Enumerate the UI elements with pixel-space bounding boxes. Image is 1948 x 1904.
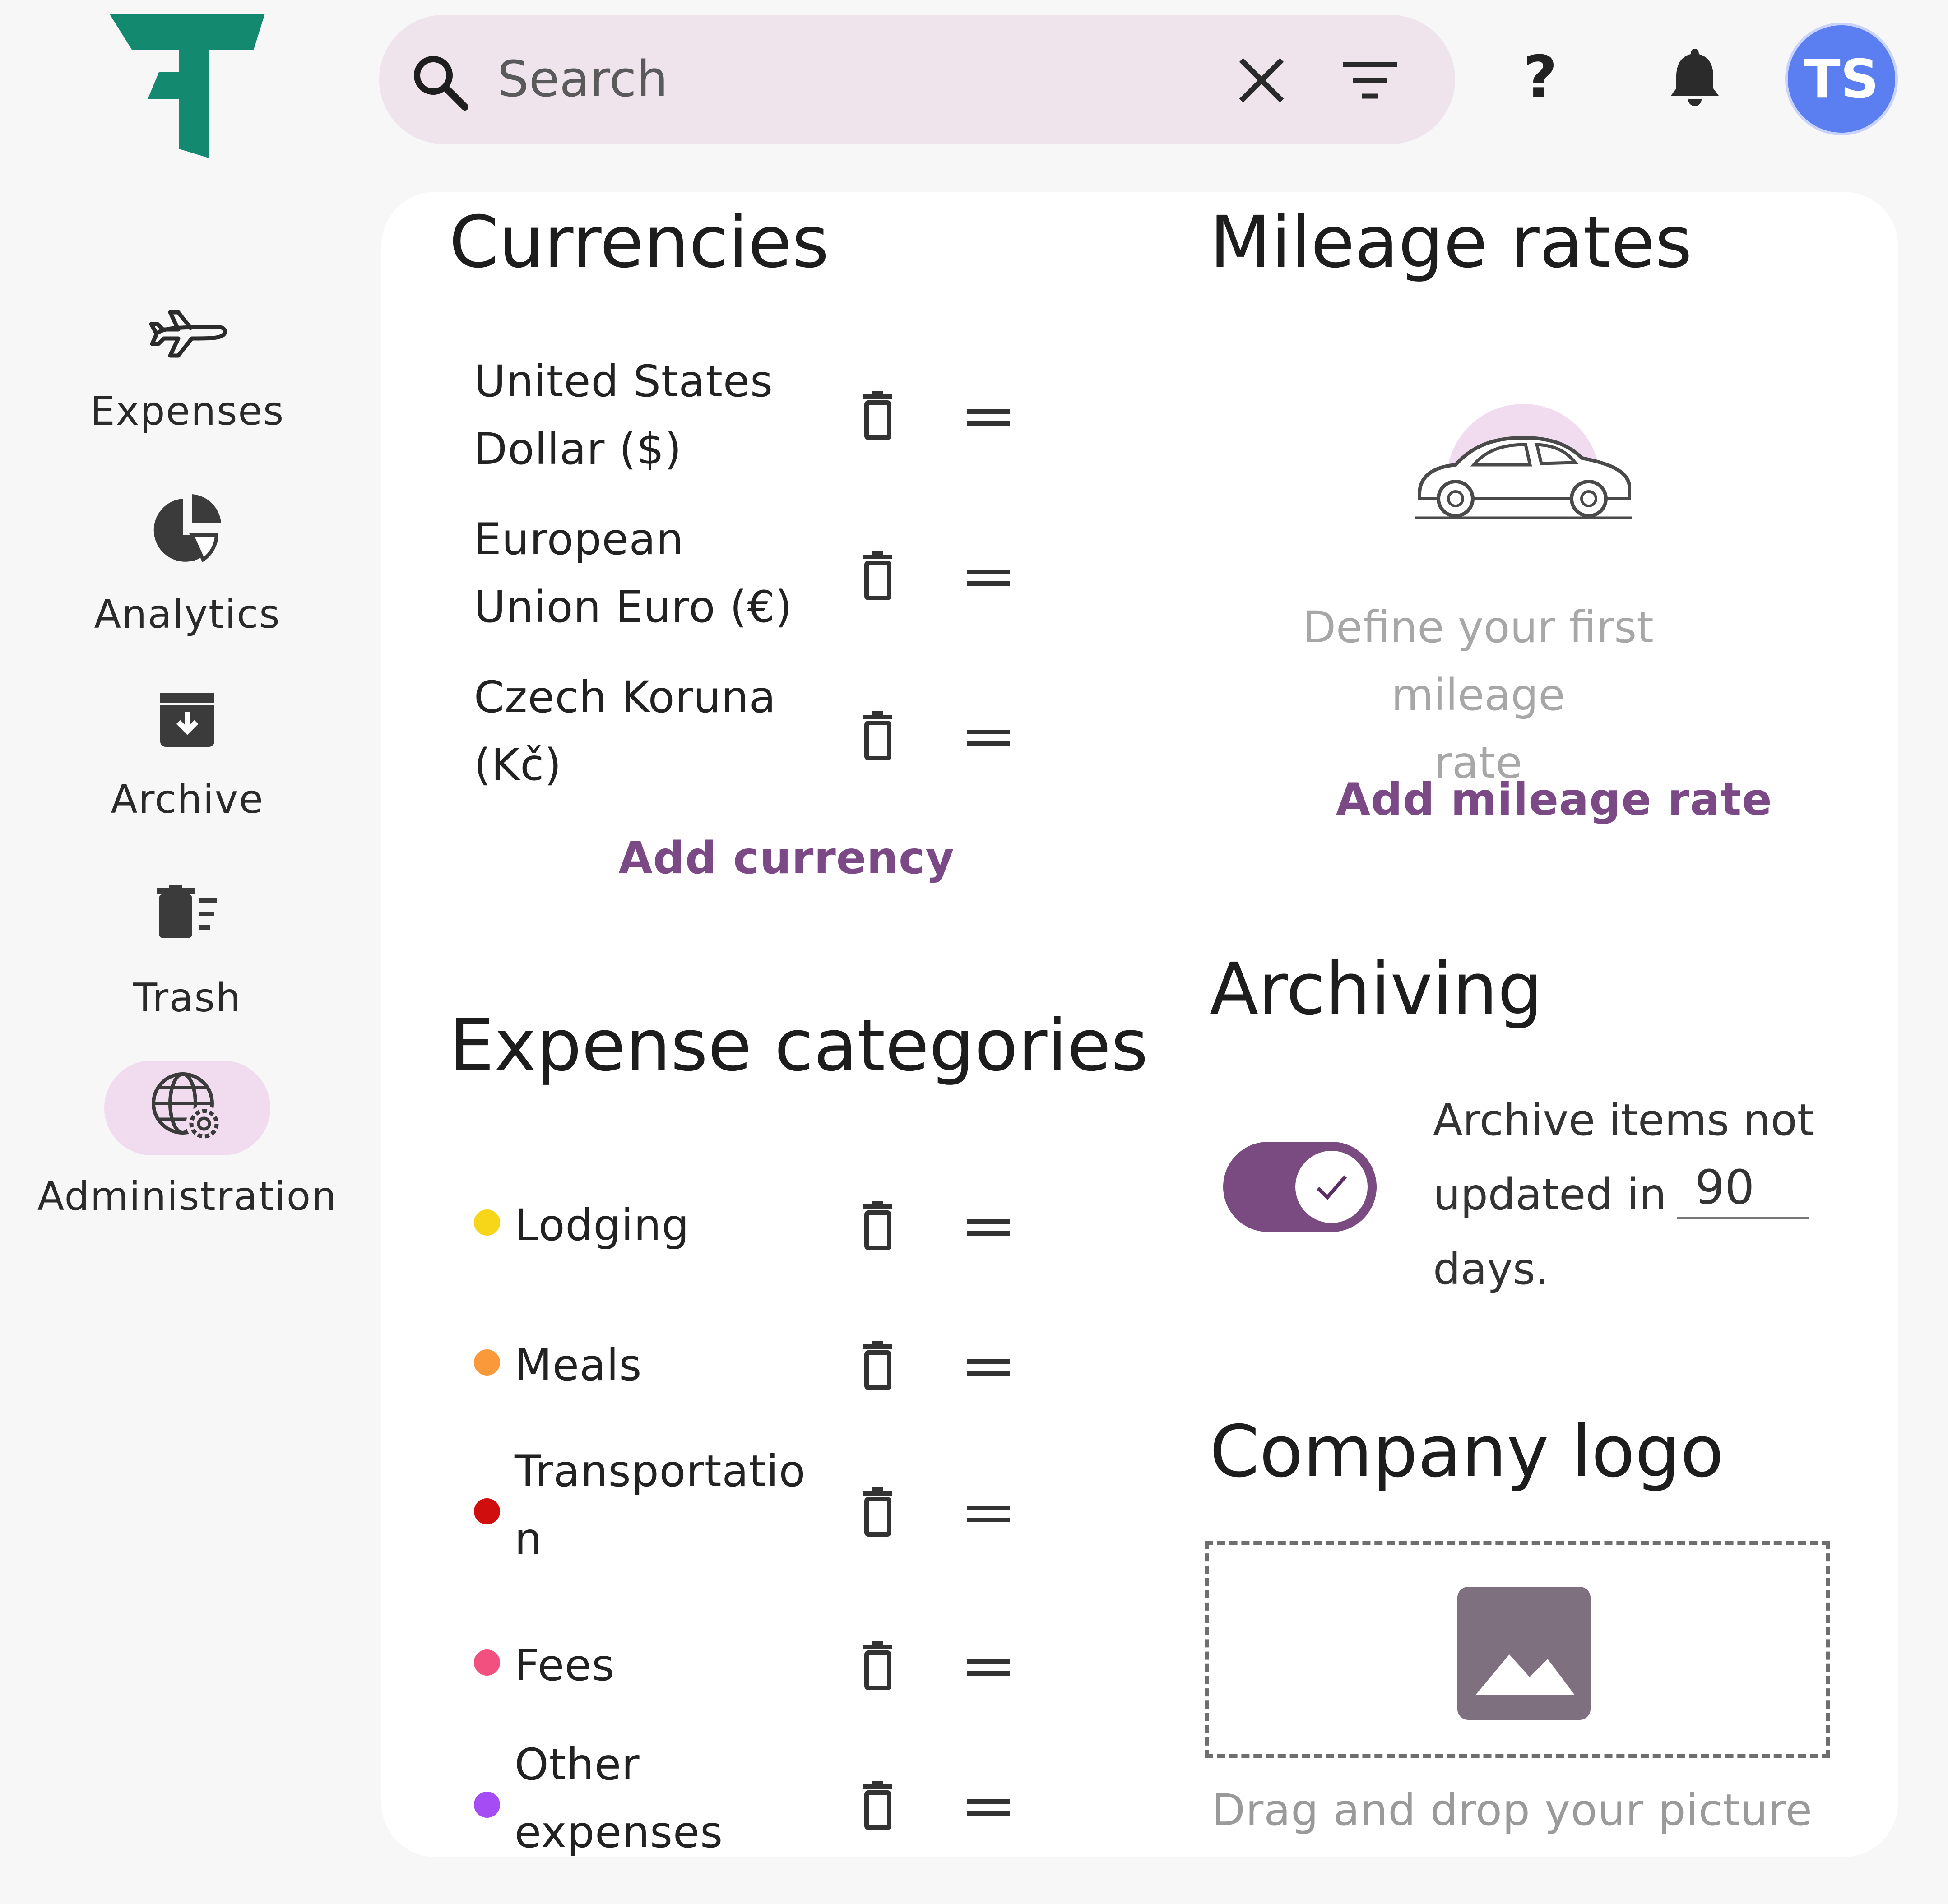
app-root: Expenses Analytics Archive Trash Adminis…	[0, 0, 1948, 1904]
category-name: Fees	[515, 1640, 615, 1691]
archive-days-input[interactable]	[1677, 1158, 1809, 1219]
brand-logo-icon[interactable]	[105, 14, 267, 158]
close-icon[interactable]	[1228, 46, 1295, 114]
airplane-icon	[149, 310, 227, 358]
drag-handle-icon[interactable]	[964, 404, 1018, 431]
pie-chart-icon	[153, 494, 221, 563]
delete-icon[interactable]	[851, 548, 905, 602]
category-name: Transportatio n	[515, 1446, 806, 1564]
category-color-dot	[474, 1209, 500, 1236]
sidebar-item-label: Archive	[111, 776, 264, 822]
currency-name: United States Dollar ($)	[474, 356, 774, 474]
search-icon	[414, 56, 468, 111]
category-color-dot	[474, 1349, 500, 1376]
help-button[interactable]: ?	[1523, 43, 1557, 111]
add-mileage-rate-button[interactable]: Add mileage rate	[1336, 774, 1772, 825]
filter-icon[interactable]	[1336, 46, 1404, 114]
category-name: Meals	[515, 1340, 642, 1390]
category-row: Transportatio n	[381, 1437, 1058, 1582]
sidebar-item-archive[interactable]: Archive	[0, 690, 375, 822]
mileage-empty-text: Define your first mileage rate	[1303, 602, 1654, 788]
delete-icon[interactable]	[851, 709, 905, 763]
archiving-title: Archiving	[1210, 948, 1543, 1031]
drag-handle-icon[interactable]	[964, 1501, 1018, 1528]
sidebar-item-administration[interactable]: Administration	[0, 1061, 375, 1219]
company-logo-title: Company logo	[1210, 1410, 1724, 1493]
category-color-dot	[474, 1498, 500, 1524]
car-icon	[1415, 404, 1632, 519]
toggle-knob	[1295, 1151, 1368, 1223]
category-row: Other expenses	[381, 1731, 1058, 1857]
delete-icon[interactable]	[851, 1778, 905, 1832]
sidebar-item-label: Expenses	[90, 388, 285, 434]
currency-name: European Union Euro (€)	[474, 514, 793, 632]
search-input[interactable]	[496, 40, 1085, 118]
drag-handle-icon[interactable]	[964, 1654, 1018, 1681]
drag-handle-icon[interactable]	[964, 1794, 1018, 1821]
archive-description: Archive items not updated in days.	[1433, 1095, 1814, 1294]
drag-handle-icon[interactable]	[964, 564, 1018, 591]
category-name: Lodging	[515, 1200, 690, 1251]
sidebar-item-analytics[interactable]: Analytics	[0, 492, 375, 637]
sidebar-item-label: Administration	[37, 1173, 338, 1219]
currency-name: Czech Koruna (Kč)	[474, 672, 776, 790]
currency-row: Czech Koruna (Kč)	[381, 663, 1058, 799]
mileage-rates-title: Mileage rates	[1210, 201, 1693, 284]
checkmark-icon	[1317, 1175, 1347, 1200]
sidebar-item-label: Trash	[133, 975, 241, 1021]
delete-icon[interactable]	[851, 1638, 905, 1692]
user-avatar[interactable]: TS	[1785, 23, 1898, 135]
drag-handle-icon[interactable]	[964, 724, 1018, 751]
delete-icon[interactable]	[851, 1338, 905, 1392]
delete-icon[interactable]	[851, 1485, 905, 1539]
delete-icon[interactable]	[851, 388, 905, 442]
currency-row: United States Dollar ($)	[381, 347, 1058, 483]
sidebar-item-expenses[interactable]: Expenses	[0, 302, 375, 434]
admin-settings-card: Currencies United States Dollar ($) Europ…	[381, 192, 1898, 1857]
category-name: Other expenses	[515, 1739, 724, 1857]
bell-icon[interactable]	[1670, 45, 1720, 108]
sidebar-item-trash[interactable]: Trash	[0, 885, 375, 1021]
archive-toggle[interactable]	[1223, 1142, 1377, 1232]
add-currency-button[interactable]: Add currency	[618, 833, 955, 884]
active-indicator	[104, 1061, 270, 1155]
category-row: Lodging	[381, 1178, 1058, 1268]
sidebar-item-label: Analytics	[94, 591, 281, 637]
expense-categories-title: Expense categories	[449, 1004, 1148, 1087]
currency-row: European Union Euro (€)	[381, 505, 1058, 641]
image-icon	[1457, 1587, 1591, 1720]
archive-box-icon	[160, 693, 214, 747]
currencies-title: Currencies	[449, 201, 829, 284]
category-color-dot	[474, 1649, 500, 1676]
drag-handle-icon[interactable]	[964, 1354, 1018, 1381]
trash-list-icon	[157, 885, 217, 938]
dropzone-hint: Drag and drop your picture	[1212, 1785, 1813, 1835]
delete-icon[interactable]	[851, 1198, 905, 1252]
globe-gear-icon	[152, 1072, 222, 1142]
search-bar	[379, 15, 1455, 144]
category-row: Fees	[381, 1622, 1058, 1713]
drag-handle-icon[interactable]	[964, 1214, 1018, 1241]
logo-dropzone[interactable]	[1205, 1541, 1830, 1758]
category-color-dot	[474, 1792, 500, 1818]
category-row: Meals	[381, 1320, 1058, 1410]
